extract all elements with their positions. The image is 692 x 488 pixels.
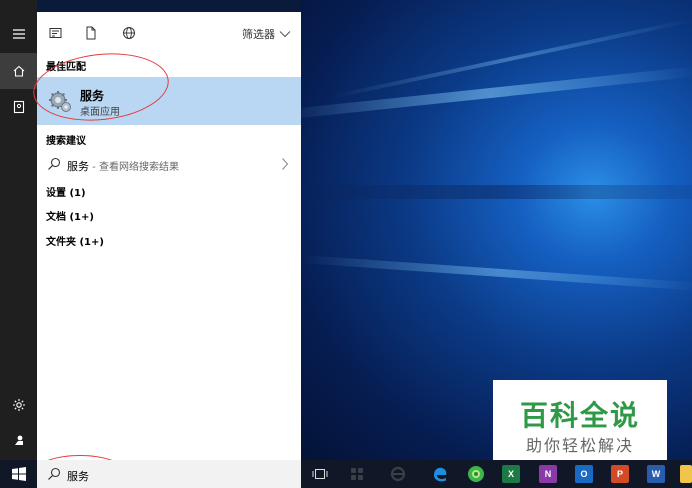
- apps-filter-icon[interactable]: [47, 25, 63, 41]
- result-category-folders[interactable]: 文件夹 (1+): [46, 233, 104, 248]
- notebook-button[interactable]: [0, 89, 37, 125]
- document-filter-icon[interactable]: [83, 25, 99, 41]
- chevron-down-icon: [279, 31, 291, 38]
- search-input[interactable]: 服务: [67, 468, 89, 484]
- start-button[interactable]: [0, 460, 37, 488]
- filter-dropdown[interactable]: 筛选器: [242, 26, 291, 42]
- chevron-right-icon: [282, 158, 289, 170]
- task-view-icon[interactable]: [311, 465, 329, 483]
- store-icon[interactable]: [348, 465, 366, 483]
- notebook-icon: [13, 100, 24, 114]
- settings-button[interactable]: [0, 387, 37, 423]
- suggestion-text: 服务 - 查看网络搜索结果: [67, 158, 179, 174]
- watermark-title: 百科全说: [519, 399, 640, 432]
- panel-toolbar: 筛选器: [37, 12, 301, 52]
- suggestions-heading: 搜索建议: [46, 136, 86, 147]
- search-box[interactable]: 服务: [37, 460, 301, 488]
- powerpoint-icon[interactable]: P: [611, 465, 629, 483]
- file-explorer-icon[interactable]: [680, 465, 692, 483]
- gear-icon: [12, 399, 25, 411]
- watermark-subtitle: 助你轻松解决: [525, 436, 634, 455]
- filter-label: 筛选器: [242, 28, 275, 41]
- search-icon: [48, 157, 61, 170]
- internet-explorer-icon[interactable]: [389, 465, 407, 483]
- home-icon: [13, 65, 24, 77]
- edge-icon[interactable]: [431, 465, 449, 483]
- windows-logo-icon: [11, 467, 26, 481]
- start-rail: [0, 0, 37, 460]
- search-icon: [48, 467, 61, 480]
- word-icon[interactable]: W: [647, 465, 665, 483]
- person-icon: [14, 435, 23, 445]
- outlook-icon[interactable]: O: [575, 465, 593, 483]
- menu-button[interactable]: [0, 16, 37, 52]
- result-category-settings[interactable]: 设置 (1): [46, 184, 86, 199]
- result-category-documents[interactable]: 文档 (1+): [46, 208, 94, 223]
- suggestion-hint: - 查看网络搜索结果: [89, 162, 179, 173]
- browser-green-icon[interactable]: [467, 465, 485, 483]
- watermark: 百科全说 助你轻松解决: [493, 380, 667, 460]
- home-button[interactable]: [0, 53, 37, 89]
- suggestion-query: 服务: [67, 160, 89, 173]
- onenote-icon[interactable]: N: [539, 465, 557, 483]
- web-filter-icon[interactable]: [121, 25, 137, 41]
- excel-icon[interactable]: X: [502, 465, 520, 483]
- web-suggestion-row[interactable]: 服务 - 查看网络搜索结果: [37, 152, 301, 176]
- hamburger-icon: [12, 29, 25, 39]
- taskbar: 服务 X N O P W: [0, 460, 692, 488]
- feedback-button[interactable]: [0, 422, 37, 458]
